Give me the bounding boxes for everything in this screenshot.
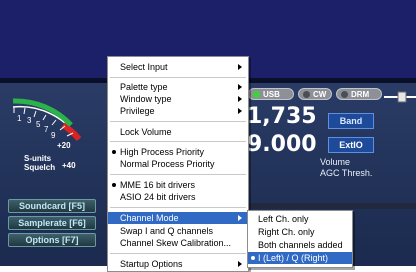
menu-item-asio-drivers[interactable]: ASIO 24 bit drivers (108, 191, 248, 203)
smeter-plus20-label: +20 (57, 141, 71, 150)
submenu-arrow-icon (238, 215, 242, 221)
submenu-item-left-only[interactable]: Left Ch. only (248, 213, 352, 225)
channel-mode-submenu: Left Ch. only Right Ch. only Both channe… (247, 210, 353, 268)
menu-item-privilege[interactable]: Privilege (108, 105, 248, 117)
options-context-menu: Select Input Palette type Window type Pr… (107, 56, 249, 272)
menu-item-mme-drivers[interactable]: MME 16 bit drivers (108, 179, 248, 191)
submenu-arrow-icon (238, 108, 242, 114)
squelch-label: Squelch (24, 163, 56, 172)
mode-usb-button[interactable]: USB (248, 88, 294, 100)
menu-separator (110, 253, 246, 254)
smeter-label-3: 3 (27, 116, 32, 125)
menu-item-channel-mode[interactable]: Channel Mode (108, 212, 248, 224)
menu-item-startup-options[interactable]: Startup Options (108, 258, 248, 270)
submenu-arrow-icon (238, 64, 242, 70)
smeter-label-5: 5 (36, 120, 41, 129)
radio-selected-icon (251, 256, 255, 260)
mode-cw-label: CW (313, 90, 327, 99)
mode-drm-label: DRM (351, 90, 370, 99)
menu-item-normal-priority[interactable]: Normal Process Priority (108, 158, 248, 170)
smeter-gauge: 1 3 5 7 9 (12, 98, 82, 142)
menu-separator (110, 141, 246, 142)
menu-item-palette-type[interactable]: Palette type (108, 81, 248, 93)
mode-usb-label: USB (263, 90, 280, 99)
smeter-label-1: 1 (17, 114, 22, 123)
submenu-item-iq[interactable]: I (Left) / Q (Right) (248, 252, 352, 264)
smeter-label-7: 7 (44, 125, 49, 134)
led-off-icon (341, 91, 348, 99)
menu-separator (110, 207, 246, 208)
extio-button[interactable]: ExtIO (328, 137, 374, 153)
frequency-display-main[interactable]: 1,735 (247, 104, 317, 129)
menu-item-skew-calibration[interactable]: Channel Skew Calibration... (108, 237, 248, 249)
menu-item-select-input[interactable]: Select Input (108, 61, 248, 73)
smeter-plus40-label: +40 (62, 161, 76, 170)
submenu-item-right-only[interactable]: Right Ch. only (248, 226, 352, 238)
smeter-label-9: 9 (51, 131, 56, 140)
slider-strip (243, 203, 416, 209)
radio-selected-icon (112, 150, 116, 154)
agc-threshold-label: AGC Thresh. (320, 168, 373, 178)
menu-item-lock-volume[interactable]: Lock Volume (108, 126, 248, 138)
right-slider[interactable] (384, 91, 416, 103)
menu-item-high-priority[interactable]: High Process Priority (108, 146, 248, 158)
menu-separator (110, 77, 246, 78)
led-off-icon (303, 91, 310, 99)
volume-label: Volume (320, 157, 351, 167)
menu-item-swap-iq[interactable]: Swap I and Q channels (108, 225, 248, 237)
submenu-arrow-icon (238, 261, 242, 267)
radio-selected-icon (112, 183, 116, 187)
submenu-item-both-channels[interactable]: Both channels added (248, 239, 352, 251)
menu-separator (110, 174, 246, 175)
mode-cw-button[interactable]: CW (298, 88, 332, 100)
s-units-label: S-units (24, 154, 52, 163)
mode-drm-button[interactable]: DRM (336, 88, 382, 100)
menu-item-window-type[interactable]: Window type (108, 93, 248, 105)
soundcard-button[interactable]: Soundcard [F5] (8, 199, 96, 213)
options-button[interactable]: Options [F7] (8, 233, 96, 247)
led-on-icon (253, 91, 260, 99)
samplerate-button[interactable]: Samplerate [F6] (8, 216, 96, 230)
submenu-arrow-icon (238, 84, 242, 90)
band-button[interactable]: Band (328, 113, 374, 129)
submenu-arrow-icon (238, 96, 242, 102)
menu-separator (110, 121, 246, 122)
frequency-display-lo[interactable]: 9.000 (247, 132, 317, 157)
